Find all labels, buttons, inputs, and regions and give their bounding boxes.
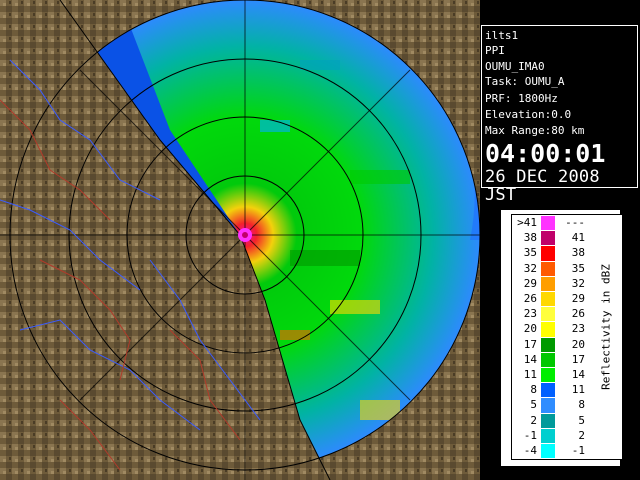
scan-mode: PPI xyxy=(485,44,505,57)
legend-high-value: 35 xyxy=(571,261,585,275)
legend-high-value: 20 xyxy=(571,337,585,351)
legend-color-swatch xyxy=(541,383,555,398)
scan-time: 04:00:01 xyxy=(485,139,606,168)
legend-high-value: 2 xyxy=(578,428,585,442)
legend-low-value: 11 xyxy=(523,368,537,381)
legend-color-swatch xyxy=(541,307,555,322)
legend-color-swatch xyxy=(541,322,555,337)
legend-color-swatch xyxy=(541,231,555,246)
legend-low-value: 23 xyxy=(523,307,537,321)
legend-low-value: 35 xyxy=(523,246,537,260)
legend-high-value: 17 xyxy=(571,352,585,366)
scan-date: 26 DEC 2008 JST xyxy=(485,167,600,205)
radar-ppi-view[interactable] xyxy=(0,0,480,480)
legend-color-swatch xyxy=(541,276,555,291)
legend-low-value: -4 xyxy=(523,444,537,457)
legend-high-value: 8 xyxy=(578,398,585,412)
legend-high-value: 32 xyxy=(571,276,585,290)
legend-color-swatch xyxy=(541,337,555,352)
legend-high-value: 5 xyxy=(578,413,585,427)
legend-color-swatch xyxy=(541,413,555,428)
legend-color-swatch xyxy=(541,246,555,261)
legend-high-value: 41 xyxy=(571,231,585,245)
legend-low-value: -1 xyxy=(523,428,537,442)
legend-title-text: Reflectivity in dBZ xyxy=(599,264,613,390)
legend-low-value: 5 xyxy=(530,398,537,412)
legend-low-value: 26 xyxy=(523,292,537,305)
legend-title: Reflectivity in dBZ xyxy=(586,252,626,402)
legend-high-value: 38 xyxy=(571,246,585,260)
legend-color-swatch xyxy=(541,444,555,459)
product-name: OUMU_IMA0 xyxy=(485,60,545,73)
legend-color-swatch xyxy=(541,368,555,383)
legend-color-swatch xyxy=(541,292,555,307)
legend-low-value: >41 xyxy=(517,216,537,229)
legend-low-value: 38 xyxy=(523,231,537,245)
legend-color-swatch xyxy=(541,261,555,276)
legend-low-value: 32 xyxy=(523,261,537,275)
legend-low-value: 2 xyxy=(530,413,537,427)
legend-color-swatch xyxy=(541,352,555,367)
legend-high-value: 14 xyxy=(571,368,585,381)
task-name: Task: OUMU_A xyxy=(485,75,565,88)
radar-display-screen: ilts1 PPI OUMU_IMA0 Task: OUMU_A PRF: 18… xyxy=(0,0,640,480)
legend-high-value: --- xyxy=(565,216,585,229)
elevation-value: Elevation:0.0 xyxy=(485,108,572,121)
legend-high-value: 26 xyxy=(571,307,585,321)
legend-high-value: 11 xyxy=(571,383,585,397)
legend-color-swatch xyxy=(541,216,555,231)
radar-map xyxy=(0,0,480,480)
legend-high-value: 29 xyxy=(571,292,585,305)
legend-high-value: -1 xyxy=(571,444,585,457)
legend-color-swatch xyxy=(541,428,555,443)
legend-high-value: 23 xyxy=(571,322,585,336)
legend-low-value: 20 xyxy=(523,322,537,336)
station-name: ilts1 xyxy=(485,29,519,42)
legend-color-swatch xyxy=(541,398,555,413)
legend-low-value: 29 xyxy=(523,276,537,290)
legend-low-value: 8 xyxy=(530,383,537,397)
legend-low-value: 17 xyxy=(523,337,537,351)
prf-value: PRF: 1800Hz xyxy=(485,92,558,105)
max-range-value: Max Range:80 km xyxy=(485,124,585,137)
legend-low-value: 14 xyxy=(523,352,537,366)
radar-info-panel: ilts1 PPI OUMU_IMA0 Task: OUMU_A PRF: 18… xyxy=(481,25,638,204)
